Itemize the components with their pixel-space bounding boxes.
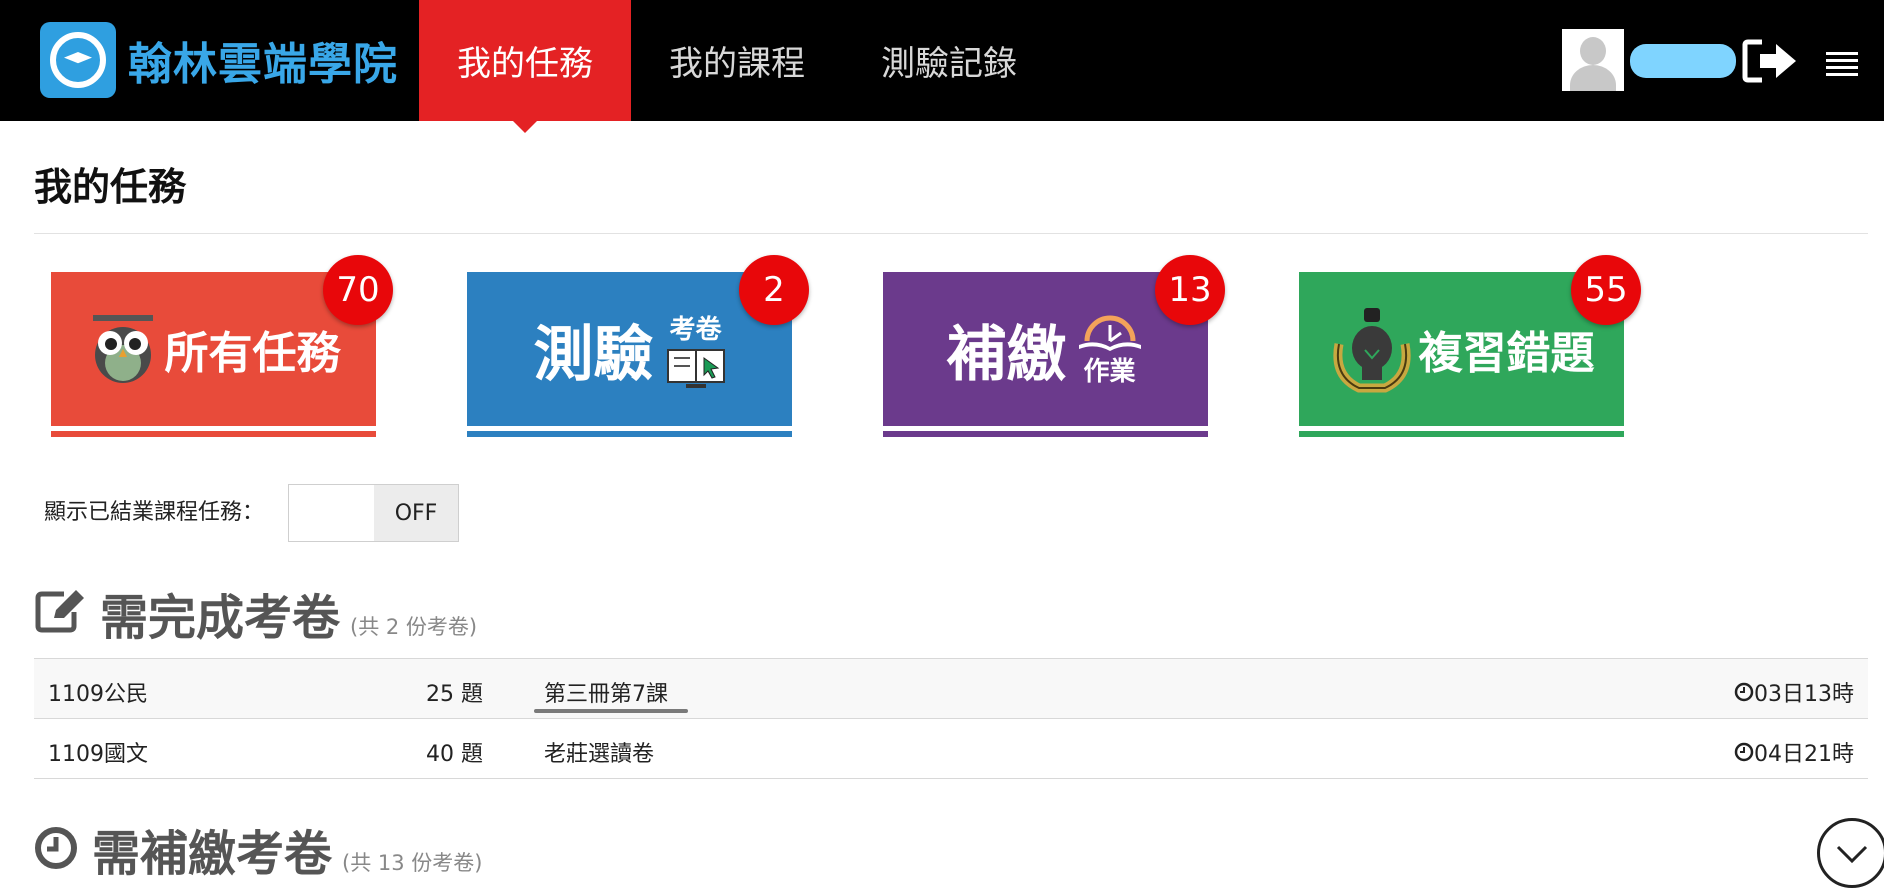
- remaining-text: 04日21時: [1754, 742, 1854, 767]
- card-label: 所有任務: [164, 328, 341, 379]
- course-name: 1109國文: [48, 742, 148, 767]
- divider: [34, 233, 1868, 234]
- course-name: 1109公民: [48, 682, 148, 707]
- logo-text: 翰林雲端學院: [128, 39, 398, 90]
- clock-book-icon: [1078, 315, 1141, 351]
- tab-test-records[interactable]: 測驗記錄: [843, 0, 1055, 121]
- count-badge: 55: [1571, 255, 1641, 325]
- username-redacted[interactable]: [1630, 44, 1736, 78]
- card-label: 複習錯題: [1418, 328, 1595, 379]
- exam-table: 1109公民 25 題 第三冊第7課 03日13時 1109國文 40 題 老莊…: [34, 658, 1868, 779]
- clock-icon: [1734, 682, 1754, 702]
- section-title-late: 需補繳考卷 (共 13 份考卷): [34, 814, 482, 884]
- section-title-text: 需完成考卷: [100, 590, 341, 646]
- show-finished-courses-toggle[interactable]: OFF: [288, 484, 459, 542]
- book-screen-icon: [666, 348, 725, 388]
- card-sublabel: 作業: [1083, 356, 1136, 387]
- hamburger-menu-icon[interactable]: [1826, 52, 1858, 76]
- tab-my-tasks[interactable]: 我的任務: [419, 0, 631, 133]
- lightbulb-icon: [1333, 308, 1410, 393]
- section-title-to-complete: 需完成考卷 (共 2 份考卷): [34, 578, 477, 648]
- show-finished-courses-label: 顯示已結業課程任務：: [44, 500, 265, 525]
- scroll-down-button[interactable]: [1817, 818, 1884, 888]
- time-remaining: 04日21時: [1734, 736, 1854, 768]
- card-label: 測驗: [533, 319, 654, 390]
- edit-icon: [35, 590, 84, 633]
- table-row[interactable]: 1109公民 25 題 第三冊第7課 03日13時: [34, 659, 1868, 719]
- exam-name[interactable]: 老莊選讀卷: [544, 736, 654, 768]
- graduation-cap-icon: [40, 22, 116, 98]
- card-all-tasks[interactable]: 所有任務 70: [51, 255, 393, 437]
- top-navigation-bar: 翰林雲端學院 我的任務 我的課程 測驗記錄: [0, 0, 1884, 133]
- page-title: 我的任務: [34, 165, 187, 209]
- toggle-state: OFF: [374, 485, 458, 541]
- remaining-text: 03日13時: [1754, 682, 1854, 707]
- question-count: 40 題: [426, 742, 483, 767]
- clock-icon: [1734, 742, 1754, 762]
- section-count: (共 2 份考卷): [350, 615, 478, 639]
- owl-icon: [92, 315, 153, 383]
- section-title-text: 需補繳考卷: [92, 826, 333, 882]
- card-review-mistakes[interactable]: 複習錯題 55: [1299, 255, 1641, 437]
- brand-logo[interactable]: 翰林雲端學院: [40, 22, 428, 98]
- count-badge: 2: [739, 255, 809, 325]
- question-count: 25 題: [426, 682, 483, 707]
- underline-mark: [534, 709, 688, 713]
- count-badge: 70: [323, 255, 393, 325]
- card-late-homework[interactable]: 補繳 作業 13: [883, 255, 1225, 437]
- exam-name[interactable]: 第三冊第7課: [544, 676, 668, 708]
- chevron-down-icon: [1836, 845, 1868, 864]
- count-badge: 13: [1155, 255, 1225, 325]
- table-row[interactable]: 1109國文 40 題 老莊選讀卷 04日21時: [34, 719, 1868, 779]
- time-remaining: 03日13時: [1734, 676, 1854, 708]
- section-count: (共 13 份考卷): [342, 851, 483, 875]
- logout-icon[interactable]: [1742, 38, 1798, 84]
- clock-icon: [35, 827, 77, 869]
- tab-my-courses[interactable]: 我的課程: [631, 0, 843, 121]
- card-label: 補繳: [946, 319, 1067, 390]
- card-tests[interactable]: 測驗 考卷 2: [467, 255, 809, 437]
- card-sublabel: 考卷: [669, 314, 722, 345]
- avatar-icon[interactable]: [1562, 29, 1624, 91]
